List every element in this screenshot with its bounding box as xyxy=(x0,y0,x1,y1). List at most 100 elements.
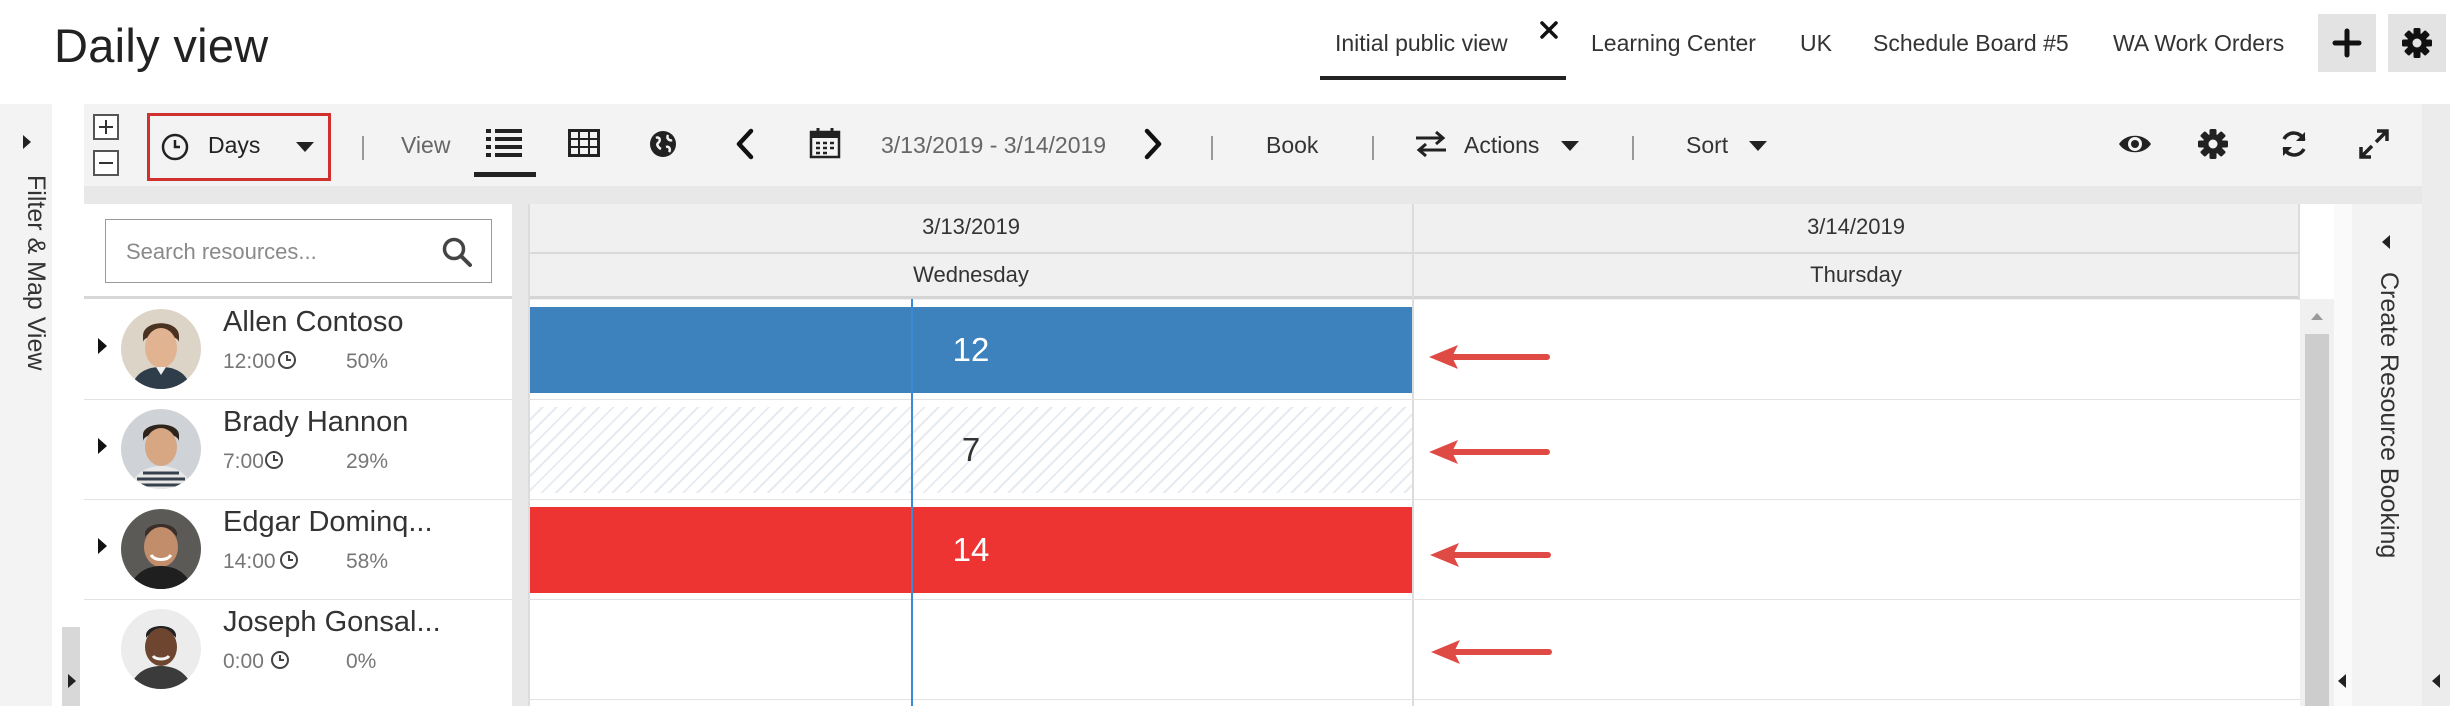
toolbar-separator xyxy=(1372,136,1374,160)
swap-arrows-icon[interactable] xyxy=(1414,130,1448,158)
annotation-arrow xyxy=(1425,339,1550,375)
booked-count: 14 xyxy=(952,531,990,568)
list-view-icon xyxy=(486,129,522,157)
time-scale-value: Days xyxy=(208,132,261,158)
resource-name[interactable]: Joseph Gonsal... xyxy=(223,606,441,639)
column-date: 3/14/2019 xyxy=(1807,214,1905,239)
toolbar-settings-button[interactable] xyxy=(2197,128,2229,160)
scroll-left-icon[interactable] xyxy=(2430,672,2442,690)
column-day: Wednesday xyxy=(913,262,1029,287)
expand-row-icon[interactable] xyxy=(96,336,110,356)
list-view-button[interactable] xyxy=(486,128,522,158)
search-input[interactable] xyxy=(124,236,428,268)
current-time-line xyxy=(911,299,913,706)
close-icon[interactable] xyxy=(1539,20,1559,40)
grid-right-gutter xyxy=(2334,204,2352,706)
active-tab-indicator xyxy=(1320,76,1566,80)
tab-wa-work-orders[interactable]: WA Work Orders xyxy=(2113,30,2284,57)
resource-hours: 7:00 xyxy=(223,450,264,473)
annotation-arrow xyxy=(1426,537,1551,573)
resource-search[interactable] xyxy=(105,219,492,283)
left-scroll-gutter xyxy=(62,627,80,706)
scroll-left-icon[interactable] xyxy=(2336,672,2348,690)
scroll-up-icon[interactable] xyxy=(2309,310,2325,322)
avatar xyxy=(121,309,201,389)
row-divider xyxy=(528,399,2300,400)
resource-name[interactable]: Brady Hannon xyxy=(223,406,408,439)
avatar xyxy=(121,509,201,589)
refresh-button[interactable] xyxy=(2278,128,2310,160)
toolbar-bottom-strip xyxy=(84,186,2422,204)
active-view-indicator xyxy=(474,172,536,177)
time-scale-dropdown[interactable]: Days xyxy=(147,113,331,181)
booking-cell[interactable]: 14 xyxy=(530,507,1412,593)
filter-map-view-label[interactable]: Filter & Map View xyxy=(10,175,50,415)
row-divider xyxy=(528,699,2300,700)
expand-plus-icon xyxy=(93,114,119,140)
resource-utilization: 29% xyxy=(346,450,389,473)
resource-hours: 14:00 xyxy=(223,550,276,573)
add-tab-button[interactable] xyxy=(2318,14,2376,72)
scroll-right-icon[interactable] xyxy=(66,672,78,690)
visibility-button[interactable] xyxy=(2117,131,2153,157)
clock-icon xyxy=(280,551,298,569)
tab-uk[interactable]: UK xyxy=(1800,30,1832,57)
expand-create-panel-icon[interactable] xyxy=(2380,233,2392,251)
board-settings-button[interactable] xyxy=(2388,14,2446,72)
resource-row[interactable]: Edgar Dominq... 14:00 58% xyxy=(84,500,512,600)
toolbar-separator xyxy=(362,136,364,160)
resource-column-splitter[interactable] xyxy=(512,204,528,706)
resource-header-divider xyxy=(84,296,512,299)
column-divider xyxy=(2298,204,2300,300)
chevron-down-icon[interactable] xyxy=(1747,139,1769,153)
booking-cell[interactable]: 7 xyxy=(530,407,1412,493)
booking-cell[interactable] xyxy=(530,607,1412,693)
chevron-down-icon[interactable] xyxy=(1559,139,1581,153)
clock-icon xyxy=(278,351,296,369)
create-resource-booking-label[interactable]: Create Resource Booking xyxy=(2363,272,2403,592)
fullscreen-button[interactable] xyxy=(2358,128,2390,160)
chevron-right-icon xyxy=(1144,128,1162,160)
calendar-icon xyxy=(809,128,841,159)
toolbar-separator xyxy=(1211,136,1213,160)
toolbar-separator xyxy=(1632,136,1634,160)
actions-menu[interactable]: Actions xyxy=(1464,132,1539,159)
resource-hours: 12:00 xyxy=(223,350,276,373)
column-divider xyxy=(1412,204,1414,706)
expand-row-icon[interactable] xyxy=(96,536,110,556)
scrollbar-thumb[interactable] xyxy=(2305,334,2329,706)
resource-name[interactable]: Allen Contoso xyxy=(223,306,404,339)
right-edge-strip xyxy=(2422,104,2450,706)
previous-date-button[interactable] xyxy=(735,128,755,160)
resource-name[interactable]: Edgar Dominq... xyxy=(223,506,433,539)
resource-hours: 0:00 xyxy=(223,650,264,673)
view-label: View xyxy=(401,132,451,158)
tab-learning-center[interactable]: Learning Center xyxy=(1591,30,1756,57)
clock-icon xyxy=(271,651,289,669)
clock-icon xyxy=(265,451,283,469)
tab-initial-public-view[interactable]: Initial public view xyxy=(1335,30,1508,57)
collapse-all-button[interactable] xyxy=(93,150,119,176)
column-date: 3/13/2019 xyxy=(922,214,1020,239)
annotation-arrow xyxy=(1425,434,1550,470)
grid-view-icon xyxy=(568,129,600,157)
resource-row[interactable]: Joseph Gonsal... 0:00 0% xyxy=(84,600,512,700)
date-range-text[interactable]: 3/13/2019 - 3/14/2019 xyxy=(881,132,1106,159)
booking-cell[interactable]: 12 xyxy=(530,307,1412,393)
resource-row[interactable]: Brady Hannon 7:00 29% xyxy=(84,400,512,500)
next-date-button[interactable] xyxy=(1143,128,1163,160)
resource-row[interactable]: Allen Contoso 12:00 50% xyxy=(84,300,512,400)
sort-menu[interactable]: Sort xyxy=(1686,132,1728,159)
booked-count: 12 xyxy=(952,331,990,368)
row-divider xyxy=(528,499,2300,500)
tab-schedule-board-5[interactable]: Schedule Board #5 xyxy=(1873,30,2069,57)
row-divider xyxy=(528,599,2300,600)
map-view-button[interactable] xyxy=(648,129,678,159)
booked-count: 7 xyxy=(961,431,981,468)
date-picker-button[interactable] xyxy=(809,127,841,159)
expand-all-button[interactable] xyxy=(93,114,119,140)
expand-row-icon[interactable] xyxy=(96,436,110,456)
grid-view-button[interactable] xyxy=(568,129,600,157)
expand-filter-icon[interactable] xyxy=(20,133,34,151)
book-button[interactable]: Book xyxy=(1266,132,1318,159)
